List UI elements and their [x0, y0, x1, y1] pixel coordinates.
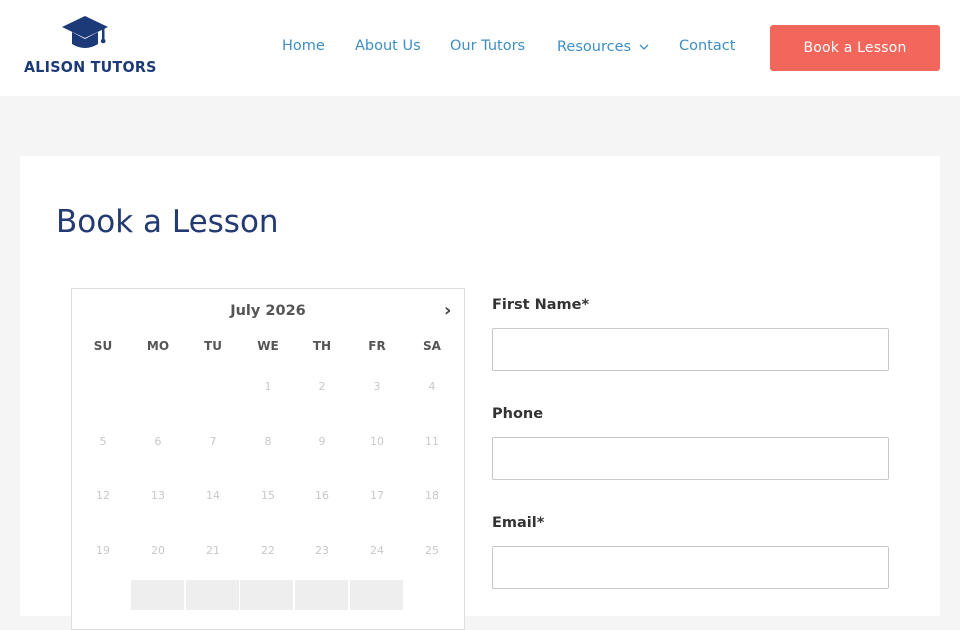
calendar-day: 15: [261, 489, 275, 502]
weekday-header: SA: [423, 339, 441, 353]
weekday-header: TH: [312, 339, 332, 353]
phone-label: Phone: [492, 406, 544, 422]
phone-input[interactable]: [492, 437, 889, 480]
page-title: Book a Lesson: [56, 204, 279, 240]
calendar-day: 6: [154, 434, 162, 448]
calendar-day: 13: [151, 489, 165, 502]
calendar-day: 10: [370, 434, 384, 448]
calendar-day: 1: [264, 380, 272, 393]
nav-our-tutors[interactable]: Our Tutors: [450, 38, 525, 54]
calendar-day: 14: [206, 489, 220, 502]
nav-contact[interactable]: Contact: [679, 38, 735, 54]
calendar-day-cell: [240, 580, 293, 610]
weekday-header: WE: [257, 339, 279, 353]
calendar-day: 4: [428, 380, 436, 393]
calendar-day: 8: [264, 434, 272, 448]
calendar-day-cell: [295, 580, 348, 610]
weekday-header: TU: [204, 339, 222, 353]
calendar-day: 11: [425, 434, 439, 448]
logo-text: ALISON TUTORS: [24, 58, 157, 76]
calendar-day: 2: [318, 380, 326, 393]
calendar-day: 3: [373, 380, 381, 393]
calendar-day: 9: [318, 434, 326, 448]
calendar-day: 16: [315, 489, 329, 502]
calendar-day-cell: [186, 580, 239, 610]
content-card: Book a Lesson July 2026 › SU MO TU WE TH FR SA…: [20, 156, 940, 630]
weekday-header: SU: [93, 339, 113, 353]
calendar-day: 5: [99, 434, 107, 448]
calendar-day: 19: [96, 543, 110, 557]
chevron-down-icon: [639, 38, 649, 54]
email-input[interactable]: [492, 546, 889, 589]
booking-calendar: July 2026 › SU MO TU WE TH FR SA 1 2 3 4 5 6 7 8 9 10 11 1…: [71, 288, 465, 630]
chevron-right-icon[interactable]: ›: [444, 302, 460, 320]
calendar-day: 18: [425, 489, 439, 502]
weekday-header: FR: [368, 339, 386, 353]
site-logo[interactable]: ALISON TUTORS: [24, 16, 157, 80]
calendar-day: 7: [209, 434, 217, 448]
calendar-day: 25: [425, 543, 439, 557]
nav-resources[interactable]: Resources: [557, 38, 649, 55]
calendar-day: 21: [206, 543, 220, 557]
calendar-day-cell: [131, 580, 184, 610]
site-header: ALISON TUTORS Home About Us Our Tutors R…: [0, 0, 960, 96]
nav-about-us[interactable]: About Us: [355, 38, 421, 54]
calendar-day-cell: [350, 580, 403, 610]
calendar-day: 12: [96, 489, 110, 502]
calendar-day: 22: [261, 543, 275, 557]
email-label: Email*: [492, 515, 545, 531]
nav-resources-label: Resources: [557, 39, 632, 55]
first-name-label: First Name*: [492, 297, 590, 313]
calendar-month-label: July 2026: [230, 303, 306, 319]
nav-home[interactable]: Home: [282, 38, 325, 54]
first-name-input[interactable]: [492, 328, 889, 371]
calendar-day: 24: [370, 543, 384, 557]
calendar-day: 17: [370, 489, 384, 502]
calendar-day: 20: [151, 543, 165, 557]
calendar-day: 23: [315, 543, 329, 557]
weekday-header: MO: [146, 339, 170, 353]
book-lesson-button[interactable]: Book a Lesson: [770, 25, 940, 71]
graduation-cap-icon: [62, 16, 108, 48]
